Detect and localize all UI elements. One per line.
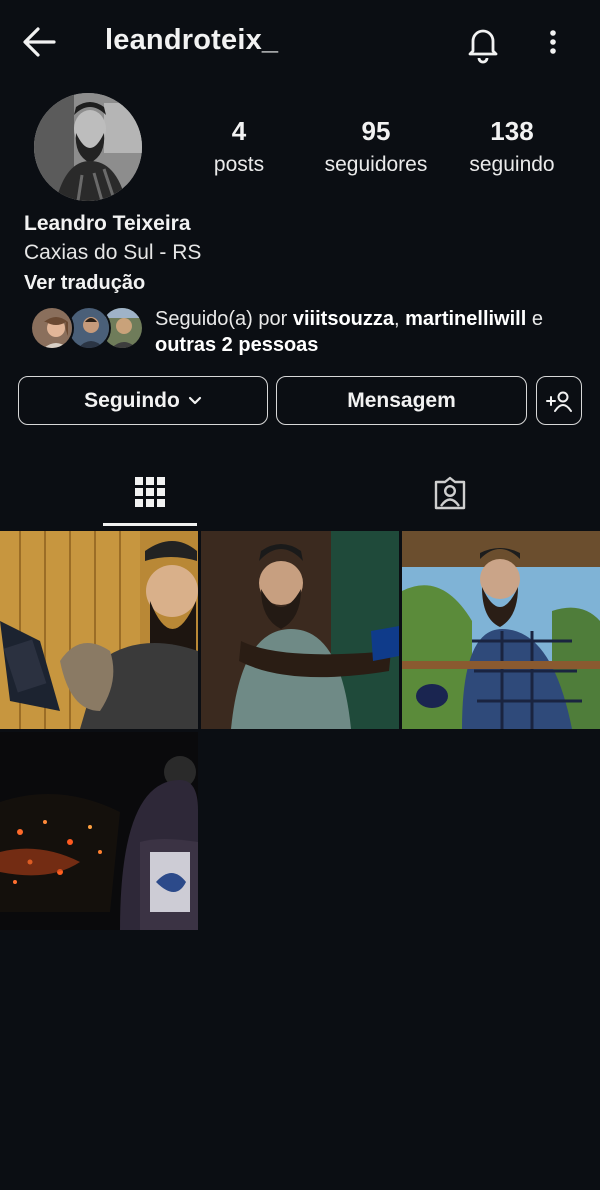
chevron-down-icon (188, 396, 201, 404)
posts-label: posts (213, 153, 265, 176)
followed-by-separator: , (394, 308, 406, 330)
post-thumbnail-4[interactable] (0, 732, 198, 930)
post-thumbnail-1[interactable] (0, 531, 198, 729)
followed-by-user-2[interactable]: martinelliwill (405, 308, 526, 330)
following-button-label: Seguindo (84, 388, 180, 412)
followed-by-and: e (526, 308, 543, 330)
profile-avatar[interactable] (34, 93, 142, 201)
followed-by-text[interactable]: Seguido(a) por viiitsouzza, martinelliwi… (155, 306, 585, 358)
message-button-label: Mensagem (347, 388, 456, 412)
top-bar: leandroteix_ (0, 0, 600, 88)
profile-username: leandroteix_ (105, 24, 279, 56)
followers-label: seguidores (324, 153, 428, 176)
following-dropdown-button[interactable]: Seguindo (18, 376, 268, 425)
add-person-button[interactable] (536, 376, 582, 425)
post-thumbnail-2[interactable] (201, 531, 399, 729)
following-label: seguindo (469, 153, 555, 176)
stat-posts: 4 posts (204, 116, 274, 177)
stat-following[interactable]: 138 seguindo (462, 116, 562, 177)
profile-location: Caxias do Sul - RS (24, 241, 202, 264)
tab-posts-grid[interactable] (0, 458, 300, 528)
follower-avatar-1 (30, 306, 74, 350)
posts-count: 4 (231, 116, 247, 146)
followed-by-others[interactable]: outras 2 pessoas (155, 334, 318, 356)
post-thumbnail-3[interactable] (402, 531, 600, 729)
followed-by-user-1[interactable]: viiitsouzza (293, 308, 394, 330)
more-vertical-icon[interactable] (538, 22, 568, 62)
tab-tagged[interactable] (300, 458, 600, 528)
arrow-left-icon[interactable] (18, 22, 62, 62)
followers-count: 95 (361, 116, 391, 146)
stat-followers[interactable]: 95 seguidores (316, 116, 436, 177)
tagged-person-icon (434, 476, 466, 510)
bell-icon[interactable] (460, 20, 506, 66)
profile-full-name: Leandro Teixeira (24, 212, 191, 235)
following-count: 138 (490, 116, 534, 146)
grid-icon (135, 477, 165, 507)
active-tab-indicator (103, 523, 197, 526)
translate-link[interactable]: Ver tradução (24, 272, 145, 295)
add-person-icon (546, 391, 572, 412)
followed-by-prefix: Seguido(a) por (155, 308, 293, 330)
profile-tabs (0, 458, 600, 528)
message-button[interactable]: Mensagem (276, 376, 527, 425)
